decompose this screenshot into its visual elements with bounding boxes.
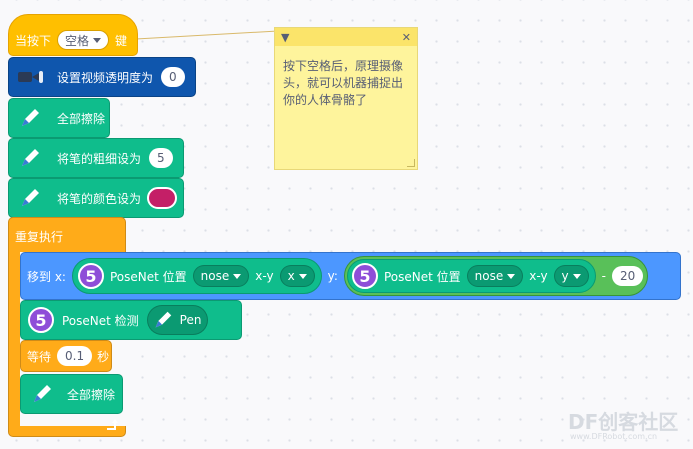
- body-part-dropdown[interactable]: nose: [192, 265, 250, 287]
- coord-dropdown[interactable]: y: [553, 265, 589, 287]
- goto-x-label: 移到 x:: [27, 269, 66, 284]
- pen-icon: [29, 381, 55, 407]
- key-value: 空格: [65, 33, 90, 48]
- chevron-down-icon: [93, 37, 102, 43]
- coord-mode-label: x-y: [255, 269, 274, 283]
- pen-icon: [17, 185, 43, 211]
- clear-all-label: 全部擦除: [67, 387, 116, 402]
- pen-size-input[interactable]: 5: [149, 148, 173, 168]
- comment-note[interactable]: ▼ ✕ 按下空格后，原理摄像头，就可以机器捕捉出你的人体骨骼了: [274, 27, 418, 170]
- key-suffix-label: 键: [115, 33, 128, 48]
- posenet-detect-label: PoseNet 检测: [62, 313, 139, 328]
- subtract-operator[interactable]: 5 PoseNet 位置 nose x-y y - 20: [343, 256, 649, 296]
- pen-menu-label: Pen: [179, 313, 202, 327]
- set-video-transparency-block[interactable]: 设置视频透明度为 0: [8, 57, 196, 97]
- clear-all-block[interactable]: 全部擦除: [8, 98, 110, 138]
- pen-color-label: 将笔的颜色设为: [57, 191, 142, 206]
- close-icon[interactable]: ✕: [402, 31, 411, 44]
- chevron-down-icon: [233, 273, 242, 279]
- coord-mode-label: x-y: [529, 269, 548, 283]
- pen-size-label: 将笔的粗细设为: [57, 151, 142, 166]
- when-key-label: 当按下: [15, 33, 52, 48]
- pen-menu-dropdown[interactable]: Pen: [146, 305, 209, 335]
- wait-seconds-input[interactable]: 0.1: [57, 346, 93, 366]
- posenet-position-label: PoseNet 位置: [109, 269, 187, 284]
- posenet-detect-block[interactable]: 5 PoseNet 检测 Pen: [20, 300, 242, 340]
- posenet-badge-icon: 5: [28, 307, 54, 333]
- pen-icon: [17, 105, 43, 131]
- posenet-badge-icon: 5: [351, 263, 378, 289]
- coord-dropdown[interactable]: x: [279, 265, 315, 287]
- set-pen-color-block[interactable]: 将笔的颜色设为: [8, 178, 184, 218]
- wait-block[interactable]: 等待 0.1 秒: [20, 340, 112, 372]
- caret-down-icon[interactable]: ▼: [281, 31, 289, 44]
- camera-icon: [17, 69, 45, 85]
- watermark-brand: DF创客社区: [568, 410, 679, 434]
- wait-label: 等待: [27, 349, 52, 364]
- body-part-dropdown[interactable]: nose: [466, 265, 524, 287]
- seconds-label: 秒: [97, 349, 110, 364]
- key-dropdown[interactable]: 空格: [57, 30, 110, 50]
- repeat-label: 重复执行: [15, 230, 64, 244]
- offset-input[interactable]: 20: [612, 266, 644, 286]
- posenet-badge-icon: 5: [77, 263, 104, 289]
- watermark: DF创客社区 www.DFRobot.com.cn: [540, 402, 690, 446]
- pen-icon: [152, 309, 174, 331]
- resize-handle-icon[interactable]: [407, 159, 415, 167]
- chevron-down-icon: [572, 273, 581, 279]
- video-block-label: 设置视频透明度为: [57, 70, 154, 85]
- pen-icon: [17, 145, 43, 171]
- transparency-input[interactable]: 0: [161, 67, 185, 87]
- clear-all-block-loop[interactable]: 全部擦除: [20, 374, 123, 414]
- loop-arrow-icon: [104, 418, 118, 435]
- comment-header[interactable]: ▼ ✕: [275, 28, 417, 46]
- chevron-down-icon: [507, 273, 516, 279]
- minus-label: -: [601, 269, 606, 283]
- goto-y-label: y:: [327, 269, 338, 283]
- when-key-pressed-block[interactable]: 当按下 空格 键: [8, 14, 138, 56]
- watermark-url: www.DFRobot.com.cn: [570, 432, 658, 441]
- go-to-xy-block[interactable]: 移到 x: 5 PoseNet 位置 nose x-y x y: 5 PoseN…: [20, 252, 681, 300]
- set-pen-size-block[interactable]: 将笔的粗细设为 5: [8, 138, 184, 178]
- chevron-down-icon: [298, 273, 307, 279]
- pen-color-swatch[interactable]: [147, 187, 178, 209]
- comment-text[interactable]: 按下空格后，原理摄像头，就可以机器捕捉出你的人体骨骼了: [275, 46, 417, 121]
- posenet-y-reporter[interactable]: 5 PoseNet 位置 nose x-y y: [346, 259, 596, 293]
- posenet-x-reporter[interactable]: 5 PoseNet 位置 nose x-y x: [71, 258, 322, 294]
- clear-all-label: 全部擦除: [57, 111, 106, 126]
- posenet-position-label: PoseNet 位置: [383, 269, 461, 284]
